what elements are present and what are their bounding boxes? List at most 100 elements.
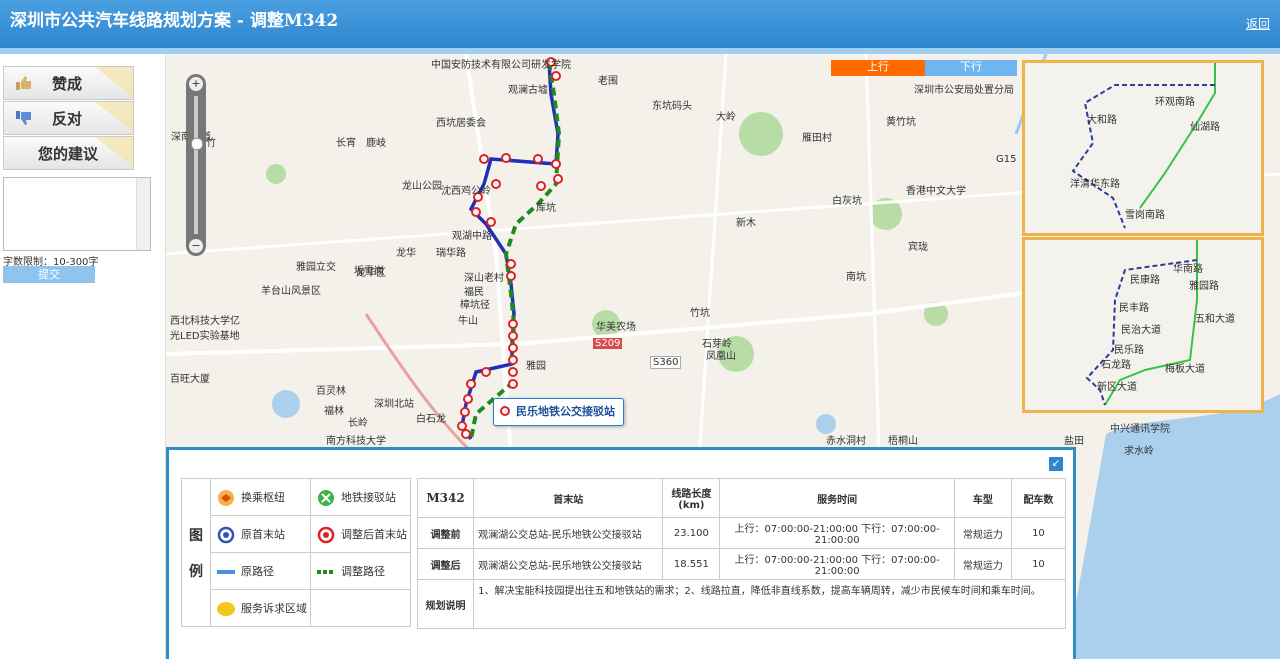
row-label: 调整前 [416,517,475,549]
map-label: 雅园立交 [296,262,336,273]
map-label: 龙山公园 [402,181,442,192]
map-label: 西北科技大学亿光LED实验基地 [170,316,240,342]
legend-label: 调整后首末站 [341,528,407,541]
table-header: M342 [416,478,475,518]
legend-heading-char: 图 [189,527,203,544]
station-tooltip[interactable]: 民乐地铁公交接驳站 [493,398,624,426]
inset-road-label: 仙湖路 [1190,122,1220,133]
inset-road-label: 民乐路 [1114,345,1144,356]
inset-road-label: 五和大道 [1195,314,1235,325]
map-label: 观湖中路 [452,231,492,242]
back-link[interactable]: 返回 [1246,15,1270,32]
map-label: G15 [996,154,1017,165]
map-label: 南坑 [846,272,866,283]
legend-item: 换乘枢纽 [210,478,311,516]
map-label: 深圳市公安局处置分局 [914,85,1014,96]
suggest-label: 您的建议 [38,145,99,163]
map-label: 新木 [736,218,756,229]
map-label: 百旺大厦 [170,374,210,385]
map-label: 龙华区 [356,268,386,279]
map-label: 宾珑 [908,242,928,253]
tab-upward[interactable]: 上行 [831,60,925,76]
page-header: 深圳市公共汽车线路规划方案 - 调整M342 返回 [0,0,1280,54]
map-label: 沈西鸡公岭 [441,186,491,197]
map-label: 求水岭 [1124,446,1154,457]
terminals-cell: 观澜湖公交总站-民乐地铁公交接驳站 [473,517,664,549]
length-cell: 23.100 [662,517,721,549]
zoom-slider-handle[interactable] [191,138,203,150]
terminals-cell: 观澜湖公交总站-民乐地铁公交接驳站 [473,548,664,580]
suggestion-textarea[interactable] [3,177,151,251]
map-label: 大岭 [716,112,736,123]
adjusted-terminal-icon [317,526,335,544]
inset-road-label: 洋清华东路 [1070,179,1120,190]
map-label: 中兴通讯学院 [1110,424,1170,435]
original-route-icon [217,570,235,574]
legend-heading: 图 例 [181,478,211,627]
oppose-button[interactable]: 反对 [3,101,134,135]
table-header: 服务时间 [719,478,955,518]
agree-button[interactable]: 赞成 [3,66,134,100]
map-label: 观澜古墟 [508,85,548,96]
map-label: 鹿岐 [366,138,386,149]
map-label: S360 [650,356,682,369]
map-label: 西坑居委会 [436,118,486,129]
reservoir [272,390,300,418]
inset-road-label: 民治大道 [1121,325,1161,336]
map-label: 樟坑径 [460,300,490,311]
service-time-cell: 上行：07:00:00-21:00:00 下行：07:00:00-21:00:0… [719,517,955,549]
oppose-label: 反对 [52,110,83,128]
inset-map-bottom: 华南路 民康路 雅园路 民丰路 五和大道 民治大道 民乐路 石龙路 梅板大道 新… [1022,237,1264,413]
map-label: 牛山 [458,316,478,327]
zoom-control[interactable]: + − [186,74,206,256]
vote-sidebar: 赞成 反对 您的建议 字数限制：10-300字 提交 [0,54,166,659]
legend-item: 原首末站 [210,515,311,553]
park-area [266,164,286,184]
map-label: 深圳北站 [374,399,414,410]
map-label: 长宵 [336,138,356,149]
original-terminal-icon [217,526,235,544]
table-header: 配车数 [1010,478,1067,518]
table-row: 调整前 观澜湖公交总站-民乐地铁公交接驳站 23.100 上行：07:00:00… [416,517,1067,549]
tab-downward[interactable]: 下行 [925,60,1017,76]
metro-connection-icon [318,490,334,506]
legend-label: 原路径 [241,565,274,578]
legend-label: 地铁接驳站 [341,491,396,504]
map-label: 老围 [598,76,618,87]
submit-button[interactable]: 提交 [3,266,95,283]
vehicle-count-cell: 10 [1010,517,1067,549]
park-area [739,112,783,156]
agree-label: 赞成 [52,75,83,93]
map-label: 白灰坑 [832,196,862,207]
legend-label: 服务诉求区域 [241,602,307,615]
legend-item: 原路径 [210,552,311,590]
collapse-panel-button[interactable]: ↙ [1049,457,1063,471]
plan-note-cell: 1、解决宝能科技园提出往五和地铁站的需求；2、线路拉直，降低非直线系数，提高车辆… [473,579,1066,629]
inset-road-label: 梅板大道 [1165,364,1205,375]
map-label: 梧桐山 [888,436,918,447]
route-comparison-table: M342 首末站 线路长度(km) 服务时间 车型 配车数 调整前 观澜湖公交总… [416,478,1067,629]
zoom-track[interactable] [194,96,198,234]
adjusted-route-icon [317,570,335,574]
map-label: 竹坑 [690,308,710,319]
map-label: 黄竹坑 [886,117,916,128]
map-label: 长岭 [348,418,368,429]
length-cell: 18.551 [662,548,721,580]
inset-road-label: 雅园路 [1189,281,1219,292]
zoom-in-button[interactable]: + [189,77,203,91]
map-label: 羊台山风景区 [261,286,321,297]
zoom-out-button[interactable]: − [189,239,203,253]
row-label: 规划说明 [416,579,475,629]
map-label: S209 [593,338,623,349]
vehicle-type-cell: 常规运力 [953,517,1012,549]
map-label: 福林 [324,406,344,417]
legend-label: 原首末站 [241,528,285,541]
textarea-scrollbar[interactable] [136,178,150,250]
inset-road-label: 新区大道 [1097,382,1137,393]
map-label: 香港中文大学 [906,186,966,197]
thumbs-up-icon [16,76,31,90]
map-label: 中国安防技术有限公司研发学院 [431,60,571,71]
map-label: 赤水洞村 [826,436,866,447]
suggest-button[interactable]: 您的建议 [3,136,134,170]
route-info-panel: ↙ 图 例 换乘枢纽 地铁接驳站 原首末站 调整后首末站 原路径 调整路径 服务… [166,447,1076,659]
